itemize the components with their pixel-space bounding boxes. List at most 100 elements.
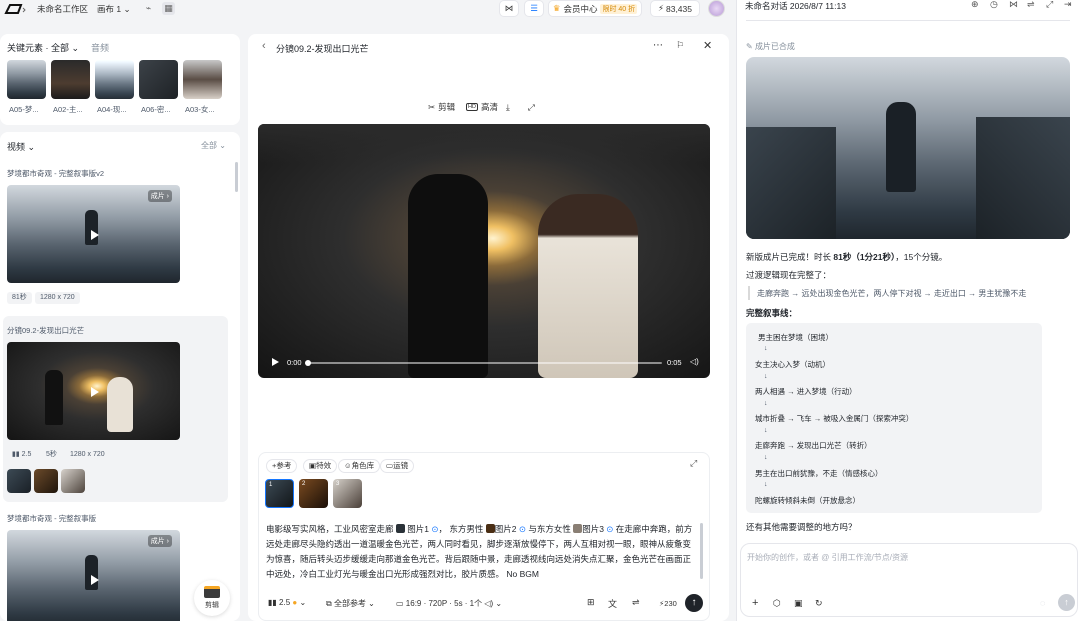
bar-chart-icon: ▮▮: [268, 598, 277, 607]
flow-arrow: ↓: [764, 427, 768, 434]
reference-thumb[interactable]: [7, 469, 31, 493]
image-icon[interactable]: ▣: [794, 598, 803, 609]
flow-step: 女主决心入梦（动机）: [755, 360, 830, 369]
expand-icon: ⤢: [528, 101, 535, 112]
close-icon[interactable]: ✕: [703, 39, 712, 52]
debris-left: [746, 127, 836, 239]
divider: [746, 20, 1070, 21]
send-button[interactable]: ↑: [685, 594, 703, 612]
share-button[interactable]: ⋈: [499, 0, 519, 17]
ref-image-3[interactable]: 3: [333, 479, 362, 508]
tune-icon[interactable]: ⇌: [632, 597, 640, 608]
video-thumbnail[interactable]: [7, 342, 180, 440]
settings-select[interactable]: ▭ 16:9 · 720P · 5s · 1个 ◁) ⌄: [396, 598, 502, 609]
asset-caption: A06-密...: [141, 105, 171, 114]
progress-track[interactable]: [308, 362, 662, 364]
chat-title: 未命名对话 2026/8/7 11:13: [745, 1, 846, 11]
asset-thumb[interactable]: [183, 60, 222, 99]
layout-toggle-icon[interactable]: ▦: [162, 2, 175, 15]
chip-effects[interactable]: ▣特效: [303, 459, 338, 473]
final-video-preview[interactable]: [746, 57, 1070, 239]
ref-image-1[interactable]: 1: [265, 479, 294, 508]
credits-display[interactable]: ⚡ 83,435: [650, 0, 700, 17]
reference-thumb[interactable]: [34, 469, 58, 493]
corridor-ceiling: [258, 124, 710, 164]
workspace-name[interactable]: 未命名工作区: [37, 3, 88, 15]
back-icon[interactable]: ‹: [262, 40, 266, 52]
asset-thumb[interactable]: [51, 60, 90, 99]
expand-composer-icon[interactable]: ⤢: [690, 458, 697, 469]
user-avatar[interactable]: [708, 0, 725, 17]
asset-thumb[interactable]: [95, 60, 134, 99]
video-player[interactable]: 0:00 0:05 ◁): [258, 124, 710, 378]
flag-icon[interactable]: ⚐: [676, 40, 684, 51]
flow-arrow: ↓: [764, 345, 768, 352]
member-center-button[interactable]: ♛ 会员中心 限时 40 折: [548, 0, 642, 17]
scrollbar[interactable]: [235, 162, 238, 192]
edit-float-button[interactable]: 剪辑: [194, 580, 230, 616]
prompt-scrollbar[interactable]: [700, 523, 703, 579]
asset-caption: A05-梦...: [9, 105, 39, 114]
play-icon[interactable]: [91, 575, 99, 585]
cut-button[interactable]: ✂ 剪辑: [428, 99, 455, 115]
video-group-title: 梦境都市奇观 - 完整叙事版v2: [7, 169, 105, 178]
discount-badge: 限时 40 折: [600, 3, 638, 14]
asset-caption: A03-女...: [185, 105, 215, 114]
app-logo-icon[interactable]: [4, 3, 26, 15]
ref-mode-select[interactable]: ⧉ 全部参考 ⌄: [326, 598, 375, 609]
reference-thumb[interactable]: [61, 469, 85, 493]
message-completed: 新版成片已完成！时长 81秒（1分21秒），15个分镜。: [746, 252, 948, 262]
model-stat[interactable]: ▮▮ 2.5 ● ⌄: [268, 598, 306, 607]
flow-step: 男主困在梦境（困境）: [758, 333, 833, 342]
download-button[interactable]: ⤓: [506, 99, 510, 115]
figure-woman: [538, 194, 638, 378]
cube-icon[interactable]: ⬡: [773, 598, 781, 609]
quote-bar: [748, 286, 750, 300]
chip-character-library[interactable]: ☺角色库: [338, 459, 381, 473]
prompt-text[interactable]: 电影级写实风格，工业风密室走廊 图片1 ⊙， 东方男性 图片2 ⊙ 与东方女性 …: [266, 522, 698, 582]
assets-title[interactable]: 关键元素 · 全部 ⌄: [7, 41, 79, 54]
clapperboard-icon: [204, 586, 220, 598]
chat-input[interactable]: 开始你的创作，或者 @ 引用工作流/节点/资源: [747, 552, 908, 563]
image-chip-icon: [395, 524, 405, 533]
database-button[interactable]: ☰: [524, 0, 544, 17]
popout-icon[interactable]: ⤢: [1046, 0, 1053, 10]
history-icon[interactable]: ◷: [990, 0, 998, 10]
chat-send-button[interactable]: ↑: [1058, 594, 1075, 611]
sparkle-icon[interactable]: ⌁: [142, 2, 155, 15]
asset-thumb[interactable]: [139, 60, 178, 99]
play-icon[interactable]: [91, 387, 99, 397]
crown-icon: ♛: [552, 3, 561, 13]
status-line: ✎ 成片已合成: [746, 42, 795, 51]
arrow-up-icon: ↑: [691, 597, 697, 608]
figure: [107, 377, 133, 432]
history-add-icon[interactable]: ⊕: [971, 0, 979, 10]
fullscreen-button[interactable]: ⤢: [528, 99, 535, 115]
collapse-icon[interactable]: ⇥: [1064, 0, 1072, 10]
volume-icon[interactable]: ◁): [690, 357, 699, 366]
refresh-icon[interactable]: ↻: [815, 598, 823, 609]
image-ref-1[interactable]: 图片1 ⊙: [395, 524, 438, 534]
more-icon[interactable]: ⋯: [653, 40, 663, 51]
tab-audio[interactable]: 音频: [91, 41, 109, 54]
video-thumbnail[interactable]: 成片 ›: [7, 185, 180, 283]
play-icon[interactable]: [91, 230, 99, 240]
video-thumbnail[interactable]: 成片 ›: [7, 530, 180, 621]
chip-reference[interactable]: +参考: [266, 459, 298, 473]
share-icon[interactable]: ⋈: [1009, 0, 1018, 10]
translate-icon[interactable]: 文: [608, 597, 617, 610]
progress-thumb[interactable]: [305, 360, 311, 366]
settings-icon[interactable]: ⇌: [1027, 0, 1035, 10]
image-ref-2[interactable]: 图片2 ⊙: [485, 524, 526, 534]
add-icon[interactable]: +: [752, 597, 758, 609]
play-icon[interactable]: [272, 358, 279, 366]
videos-title[interactable]: 视频 ⌄: [7, 140, 35, 153]
image-gen-icon[interactable]: ⊞: [587, 597, 595, 608]
chip-camera-move[interactable]: ▭运镜: [380, 459, 415, 473]
asset-thumb[interactable]: [7, 60, 46, 99]
hd-button[interactable]: HD 高清: [466, 99, 498, 115]
videos-filter[interactable]: 全部 ⌄: [201, 140, 226, 151]
canvas-selector[interactable]: 画布 1 ⌄: [97, 3, 131, 15]
ref-image-2[interactable]: 2: [299, 479, 328, 508]
image-ref-3[interactable]: 图片3 ⊙: [573, 524, 613, 534]
